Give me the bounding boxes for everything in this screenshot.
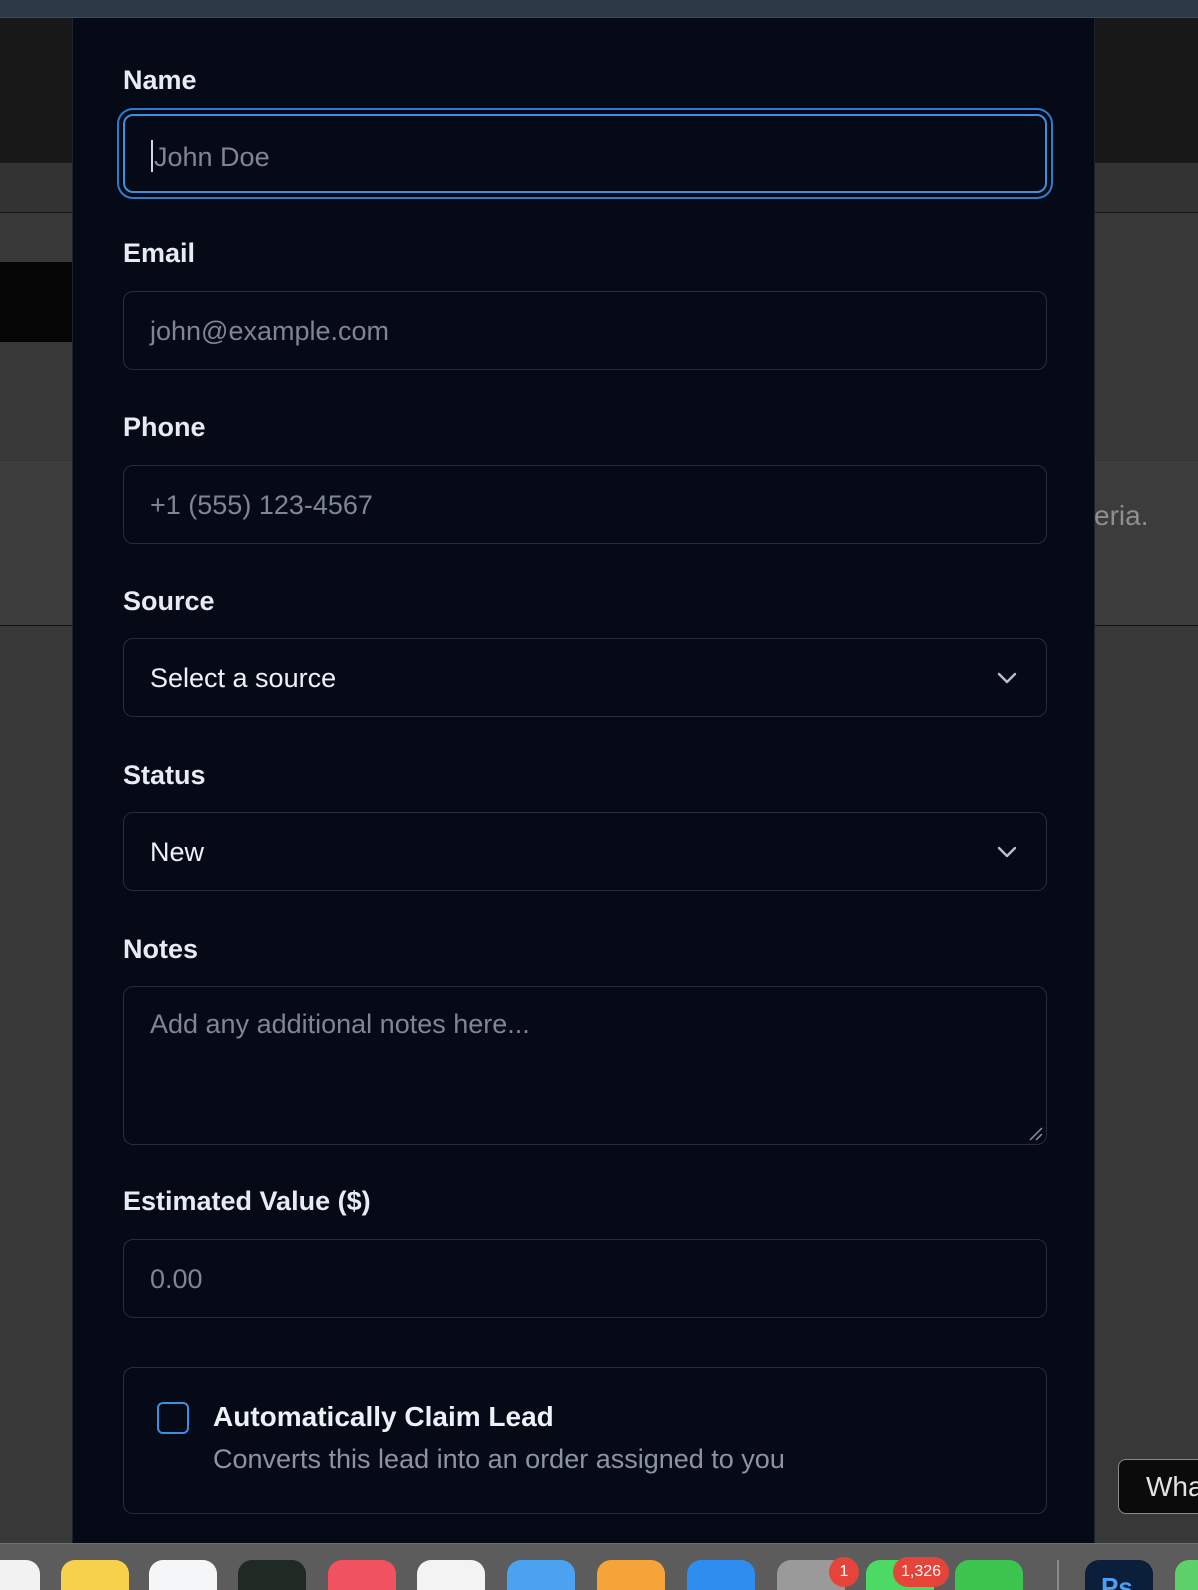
notes-placeholder: Add any additional notes here... [150,1009,530,1039]
estimated-value-input[interactable]: 0.00 [123,1239,1047,1318]
notes-icon[interactable] [61,1560,129,1590]
email-placeholder: john@example.com [150,316,390,346]
auto-claim-option[interactable]: Automatically Claim Lead Converts this l… [123,1367,1047,1514]
system-settings-badge: 1 [829,1557,859,1587]
name-label: Name [123,65,197,95]
messages-badge: 1,326 [893,1557,950,1587]
estimated-value-placeholder: 0.00 [150,1264,203,1294]
email-input[interactable]: john@example.com [123,291,1047,370]
background-corner-button[interactable]: Wha [1118,1459,1198,1514]
auto-claim-checkbox[interactable] [157,1402,189,1434]
finder-icon[interactable] [0,1560,40,1590]
resize-grip-icon[interactable] [1027,1125,1043,1141]
notes-textarea[interactable]: Add any additional notes here... [123,986,1047,1145]
music-icon[interactable] [328,1560,396,1590]
estimated-value-label: Estimated Value ($) [123,1186,371,1216]
status-select[interactable]: New [123,812,1047,891]
news-icon[interactable] [417,1560,485,1590]
partial-app-icon[interactable] [1175,1560,1198,1590]
dock-separator [1057,1560,1059,1590]
text-cursor [151,140,153,172]
tv-icon[interactable] [238,1560,306,1590]
email-label: Email [123,238,196,268]
photoshop-label: Ps [1101,1572,1133,1590]
numbers-icon[interactable] [955,1560,1023,1590]
phone-input[interactable]: +1 (555) 123-4567 [123,465,1047,544]
status-label: Status [123,760,206,790]
background-panel [0,262,80,342]
notes-label: Notes [123,934,199,964]
preview-icon[interactable] [149,1560,217,1590]
background-window-titlebar [0,0,1198,18]
phone-placeholder: +1 (555) 123-4567 [150,490,373,520]
status-selected-value: New [150,837,205,867]
phone-label: Phone [123,412,206,442]
app-store-icon[interactable] [687,1560,755,1590]
add-lead-dialog: Name John Doe Email john@example.com Pho… [72,18,1095,1543]
name-input[interactable]: John Doe [123,114,1047,193]
background-text-fragment: eria. [1094,500,1149,531]
chevron-down-icon [997,846,1017,858]
source-select[interactable]: Select a source [123,638,1047,717]
source-selected-value: Select a source [150,663,337,693]
chevron-down-icon [997,672,1017,684]
keynote-icon[interactable] [507,1560,575,1590]
auto-claim-title: Automatically Claim Lead [213,1401,554,1432]
source-label: Source [123,586,215,616]
auto-claim-description: Converts this lead into an order assigne… [213,1444,785,1474]
screen: eria. Wha Name John Doe Email john@examp… [0,0,1198,1590]
name-placeholder: John Doe [154,142,270,172]
pages-icon[interactable] [597,1560,665,1590]
